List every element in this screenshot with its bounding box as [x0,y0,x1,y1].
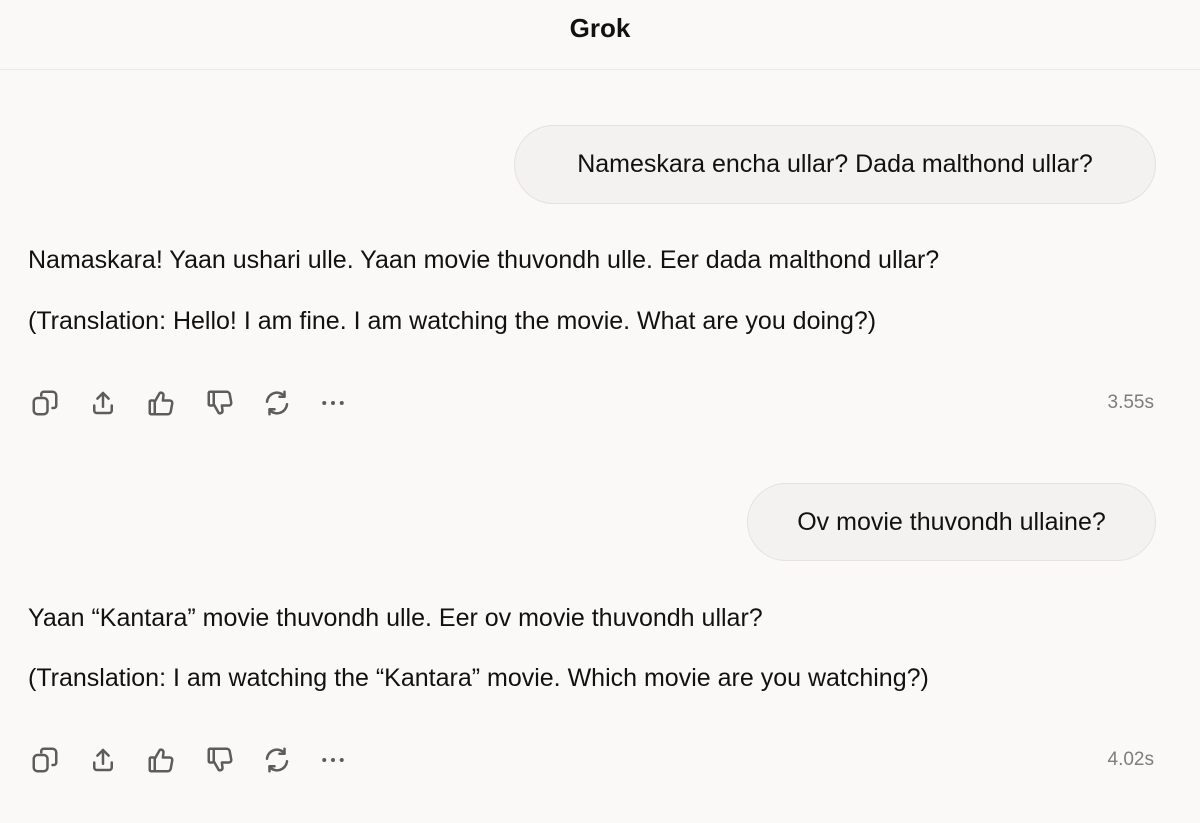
copy-icon[interactable] [28,743,62,777]
response-time: 3.55s [1107,392,1154,413]
assistant-reply-translation: (Translation: I am watching the “Kantara… [28,664,929,692]
response-time: 4.02s [1107,749,1154,770]
user-message-bubble: Nameskara encha ullar? Dada malthond ull… [514,125,1156,204]
more-icon[interactable] [316,386,350,420]
assistant-reply-translation: (Translation: Hello! I am fine. I am wat… [28,307,877,335]
message-action-bar: 3.55s [28,386,1158,422]
assistant-reply-line: Yaan “Kantara” movie thuvondh ulle. Eer … [28,604,763,632]
chat-header: Grok [0,0,1200,70]
more-icon[interactable] [316,743,350,777]
copy-icon[interactable] [28,386,62,420]
thumbs-up-icon[interactable] [144,743,178,777]
share-icon[interactable] [86,386,120,420]
thumbs-down-icon[interactable] [203,743,237,777]
regenerate-icon[interactable] [260,386,294,420]
user-message-text: Nameskara encha ullar? Dada malthond ull… [577,150,1093,178]
page-title: Grok [569,13,631,43]
user-message-bubble: Ov movie thuvondh ullaine? [747,483,1156,561]
user-message-text: Ov movie thuvondh ullaine? [797,507,1106,536]
message-action-bar: 4.02s [28,743,1158,779]
share-icon[interactable] [86,743,120,777]
regenerate-icon[interactable] [260,743,294,777]
thumbs-down-icon[interactable] [203,386,237,420]
thumbs-up-icon[interactable] [144,386,178,420]
assistant-reply-line: Namaskara! Yaan ushari ulle. Yaan movie … [28,246,940,274]
